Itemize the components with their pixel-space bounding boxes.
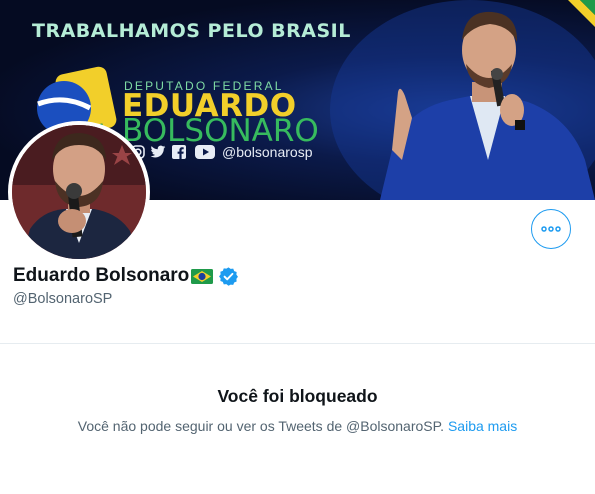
display-name-text: Eduardo Bolsonaro	[13, 265, 190, 286]
banner-slogan: TRABALHAMOS PELO BRASIL	[32, 20, 351, 42]
divider	[0, 343, 595, 344]
avatar-photo	[12, 125, 146, 259]
learn-more-link[interactable]: Saiba mais	[448, 418, 517, 434]
verified-badge-icon	[219, 266, 239, 286]
blocked-message-text: Você não pode seguir ou ver os Tweets de…	[77, 418, 445, 434]
youtube-icon	[195, 145, 215, 161]
brazil-flag-emoji	[191, 268, 214, 284]
profile-username: @BolsonaroSP	[13, 291, 113, 307]
blocked-message: Você não pode seguir ou ver os Tweets de…	[0, 418, 595, 434]
profile-display-name: Eduardo Bolsonaro	[13, 265, 239, 287]
avatar[interactable]	[8, 121, 150, 263]
banner-social-handle: @bolsonarosp	[222, 144, 313, 160]
twitter-icon	[150, 145, 166, 161]
blocked-title: Você foi bloqueado	[217, 386, 378, 406]
more-options-button[interactable]	[531, 209, 571, 249]
facebook-icon	[172, 145, 186, 161]
more-horizontal-icon	[541, 226, 561, 232]
